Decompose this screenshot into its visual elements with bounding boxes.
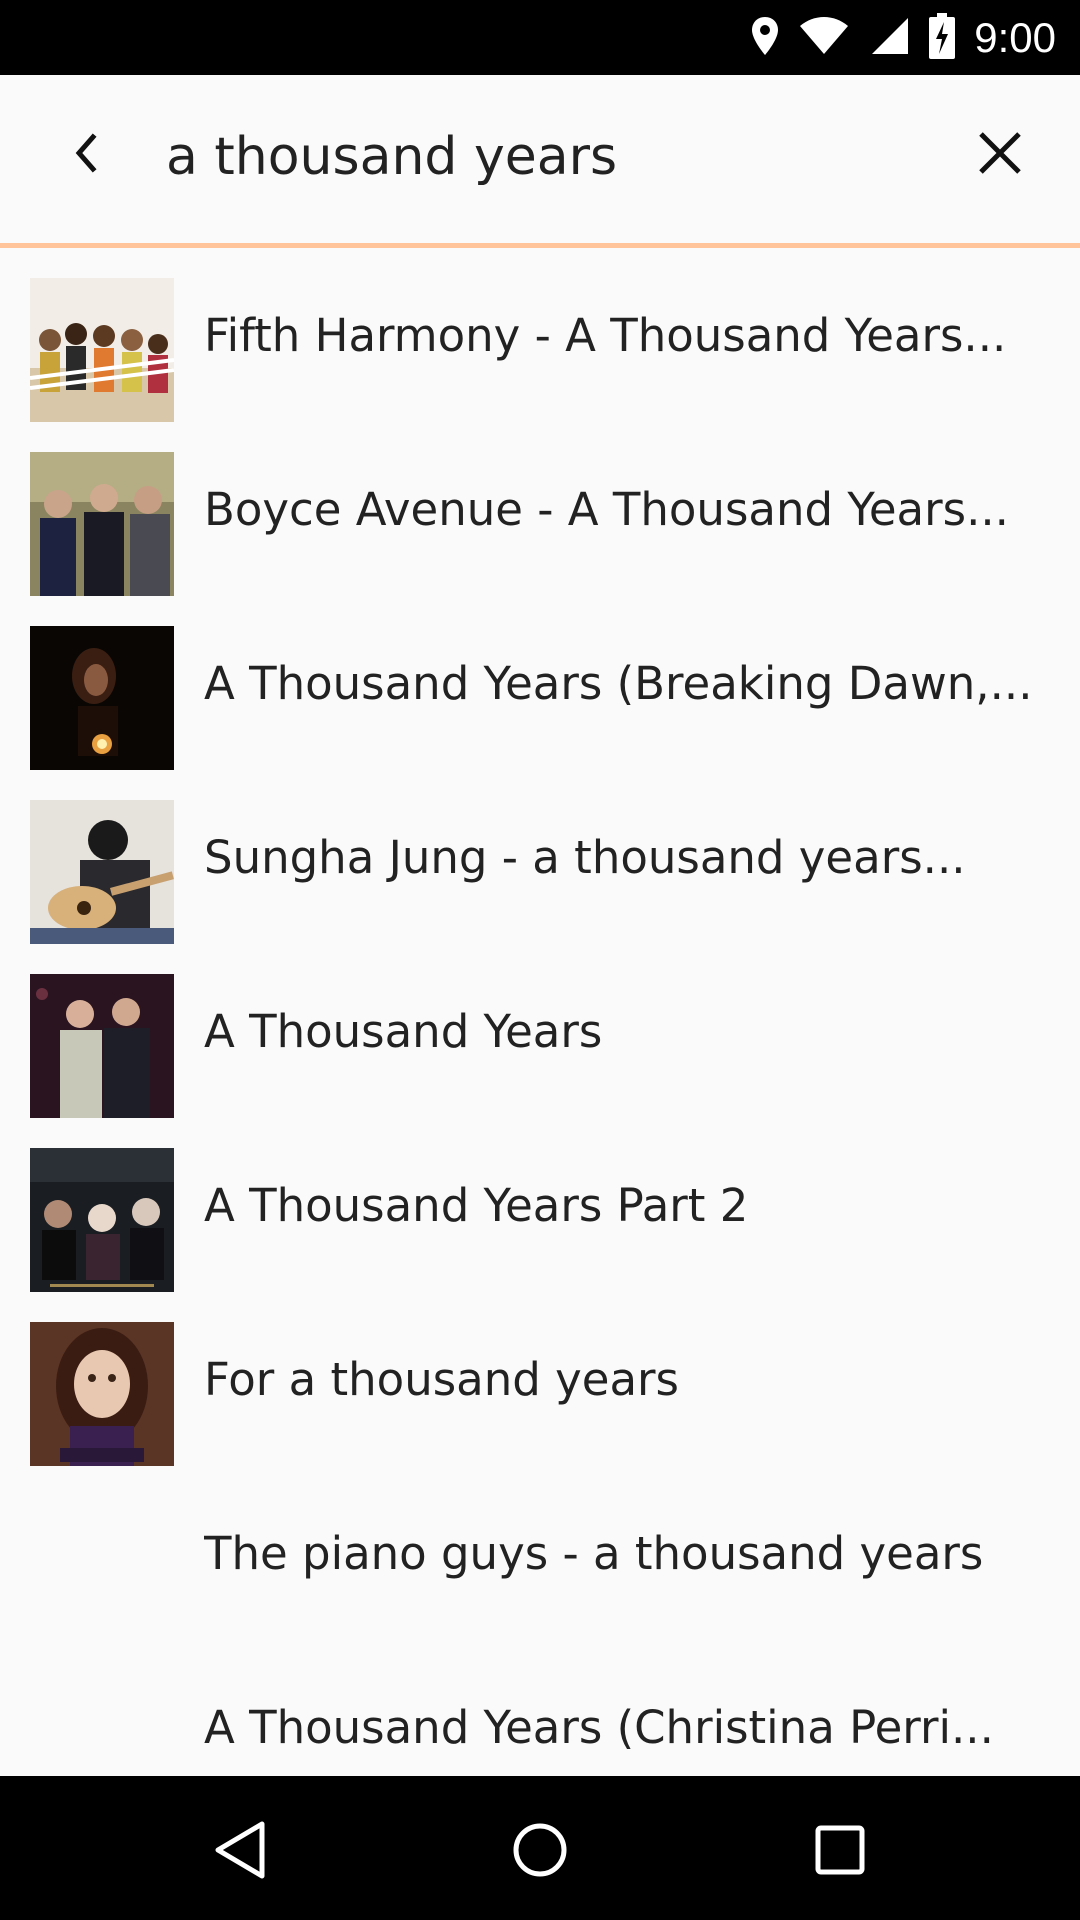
wifi-icon [798, 16, 850, 60]
nav-recents-button[interactable] [800, 1812, 880, 1892]
battery-charging-icon [928, 12, 956, 63]
nav-home-button[interactable] [500, 1812, 580, 1892]
signal-icon [868, 16, 910, 60]
home-circle-icon [510, 1820, 570, 1884]
result-thumbnail [30, 1148, 174, 1292]
result-title: For a thousand years [204, 1353, 679, 1406]
search-bar [0, 75, 1080, 243]
result-title: The piano guys - a thousand years [204, 1527, 984, 1580]
result-item[interactable]: Fifth Harmony - A Thousand Years... [0, 248, 1080, 422]
result-title: Sungha Jung - a thousand years... [204, 831, 966, 884]
result-title: A Thousand Years (Breaking Dawn,... [204, 657, 1033, 710]
recents-square-icon [812, 1822, 868, 1882]
result-item[interactable]: Boyce Avenue - A Thousand Years... [0, 422, 1080, 596]
close-icon [977, 130, 1023, 180]
back-triangle-icon [210, 1818, 270, 1886]
result-item[interactable]: A Thousand Years [0, 944, 1080, 1118]
result-thumbnail [30, 626, 174, 770]
location-icon [750, 15, 780, 61]
nav-back-button[interactable] [200, 1812, 280, 1892]
status-bar: 9:00 [0, 0, 1080, 75]
status-icons: 9:00 [750, 0, 1056, 75]
result-thumbnail [30, 800, 174, 944]
chevron-left-icon [69, 131, 99, 179]
result-thumbnail [30, 974, 174, 1118]
result-title: Fifth Harmony - A Thousand Years... [204, 309, 1007, 362]
navigation-bar [0, 1776, 1080, 1920]
clear-search-button[interactable] [960, 115, 1040, 195]
result-title: A Thousand Years (Christina Perri... [204, 1701, 994, 1754]
result-item[interactable]: A Thousand Years Part 2 [0, 1118, 1080, 1292]
status-time: 9:00 [974, 13, 1056, 61]
back-button[interactable] [48, 115, 120, 195]
result-thumbnail [30, 452, 174, 596]
result-item[interactable]: For a thousand years [0, 1292, 1080, 1466]
result-item[interactable]: A Thousand Years (Breaking Dawn,... [0, 596, 1080, 770]
result-thumbnail [30, 1322, 174, 1466]
result-item[interactable]: The piano guys - a thousand years [0, 1466, 1080, 1640]
result-item[interactable]: Sungha Jung - a thousand years... [0, 770, 1080, 944]
search-input[interactable] [166, 117, 926, 197]
result-thumbnail [30, 278, 174, 422]
result-item[interactable]: A Thousand Years (Christina Perri... [0, 1640, 1080, 1776]
result-title: A Thousand Years Part 2 [204, 1179, 749, 1232]
result-title: Boyce Avenue - A Thousand Years... [204, 483, 1009, 536]
results-list: Fifth Harmony - A Thousand Years... Boyc… [0, 248, 1080, 1776]
result-title: A Thousand Years [204, 1005, 603, 1058]
